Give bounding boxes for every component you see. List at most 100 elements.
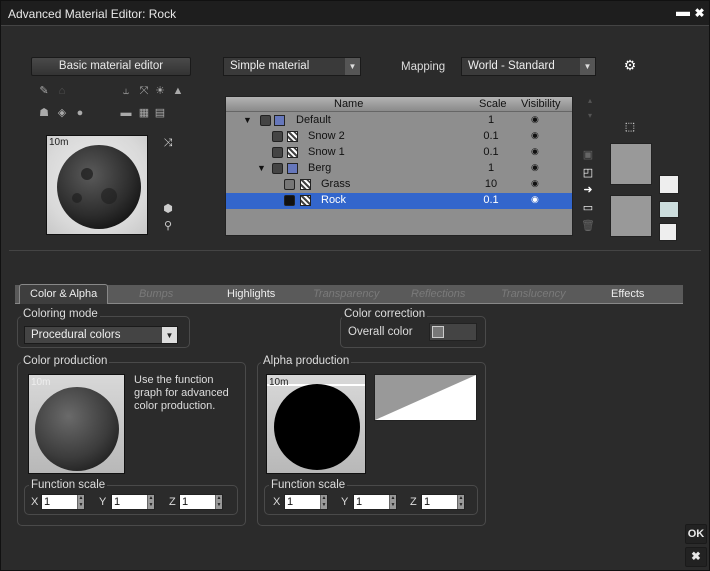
- column-visibility[interactable]: Visibility: [521, 98, 561, 110]
- alpha-scale-y-input[interactable]: 1 ▲ ▼: [353, 494, 397, 510]
- save-icon[interactable]: [659, 223, 677, 241]
- tab-bumps[interactable]: Bumps: [139, 288, 173, 300]
- tree-row-berg[interactable]: ▼ Berg 1 ◉: [226, 161, 572, 177]
- color-production-preview[interactable]: 10m: [28, 374, 125, 474]
- palette-icon[interactable]: ⬚: [623, 121, 637, 134]
- layer-stack-icon[interactable]: ▭: [581, 202, 595, 215]
- tab-reflections[interactable]: Reflections: [411, 288, 465, 300]
- tab-translucency[interactable]: Translucency: [501, 288, 566, 300]
- tree-row-label: Snow 1: [308, 146, 345, 158]
- figure-icon[interactable]: ☗: [37, 107, 51, 120]
- material-editor-window: Advanced Material Editor: Rock ▬ ✖ Basic…: [0, 0, 710, 571]
- zoom-icon[interactable]: ⚲: [161, 220, 175, 233]
- color-swatch[interactable]: [432, 326, 444, 338]
- tree-row-rock[interactable]: Rock 0.1 ◉: [226, 193, 572, 209]
- color-scale-x-input[interactable]: 1 ▲ ▼: [41, 494, 85, 510]
- sun-icon[interactable]: ☀: [153, 85, 167, 98]
- tab-highlights[interactable]: Highlights: [227, 288, 275, 300]
- color-scale-z-input[interactable]: 1 ▲ ▼: [179, 494, 223, 510]
- layer-edit-icon[interactable]: ▤: [153, 107, 167, 120]
- alpha-curve-graph[interactable]: [374, 374, 477, 421]
- open-folder-icon[interactable]: [659, 201, 679, 218]
- color-production-description: Use the function graph for advanced colo…: [134, 374, 229, 412]
- x-value: 1: [287, 496, 294, 508]
- x-value: 1: [44, 496, 51, 508]
- material-type-dropdown[interactable]: Simple material ▼: [223, 57, 361, 76]
- expand-icon[interactable]: ▼: [243, 115, 252, 125]
- close-icon[interactable]: ✖: [693, 7, 706, 20]
- tree-row-scale: 1: [487, 114, 495, 126]
- alpha-preview-size[interactable]: 10m: [269, 377, 288, 388]
- eye-icon[interactable]: ◉: [531, 194, 539, 205]
- cube-view-icon[interactable]: ⬢: [161, 203, 175, 216]
- tree-row-label: Berg: [308, 162, 332, 174]
- terrain-icon[interactable]: ▲: [171, 85, 185, 98]
- eye-icon[interactable]: ◉: [531, 178, 539, 189]
- tree-row-scale: 1: [487, 162, 495, 174]
- tab-transparency[interactable]: Transparency: [313, 288, 379, 300]
- add-layer-icon[interactable]: ◰: [581, 167, 595, 180]
- basic-material-editor-button[interactable]: Basic material editor: [31, 57, 191, 76]
- ok-button[interactable]: OK: [685, 524, 707, 544]
- gear-icon[interactable]: ⚙: [623, 58, 637, 72]
- eye-icon[interactable]: ◉: [531, 114, 539, 125]
- material-layer-tree[interactable]: Name Scale Visibility ▼ Default 1 ◉ Snow…: [225, 96, 573, 236]
- tab-effects[interactable]: Effects: [611, 288, 644, 300]
- move-up-icon[interactable]: ▴: [583, 94, 597, 107]
- pen-icon[interactable]: ✎: [37, 85, 51, 98]
- column-name[interactable]: Name: [334, 98, 363, 110]
- cancel-button[interactable]: ✖: [685, 547, 707, 567]
- window-title: Advanced Material Editor: Rock: [8, 7, 177, 21]
- title-bar[interactable]: Advanced Material Editor: Rock ▬ ✖: [1, 1, 709, 26]
- arrow-right-icon[interactable]: ➜: [581, 184, 595, 197]
- mapping-dropdown[interactable]: World - Standard ▼: [461, 57, 596, 76]
- shuffle-icon[interactable]: ⤨: [161, 137, 175, 150]
- column-scale[interactable]: Scale: [479, 98, 507, 110]
- mapping-value: World - Standard: [468, 60, 555, 72]
- material-slot-1[interactable]: [610, 143, 652, 185]
- spinner-arrows-icon[interactable]: ▲ ▼: [147, 495, 154, 509]
- layer-remove-icon[interactable]: ▦: [137, 107, 151, 120]
- eye-icon[interactable]: ◉: [531, 130, 539, 141]
- spinner-arrows-icon[interactable]: ▲ ▼: [389, 495, 396, 509]
- minimize-icon[interactable]: ▬: [676, 4, 690, 20]
- overall-color-field[interactable]: [429, 323, 477, 341]
- spinner-arrows-icon[interactable]: ▲ ▼: [77, 495, 84, 509]
- tree-row-snow-2[interactable]: Snow 2 0.1 ◉: [226, 129, 572, 145]
- preview-size-label[interactable]: 10m: [49, 137, 68, 148]
- material-slot-2[interactable]: [610, 195, 652, 237]
- arrows-icon[interactable]: ⤧: [137, 85, 151, 98]
- alpha-scale-x-input[interactable]: 1 ▲ ▼: [284, 494, 328, 510]
- material-preview[interactable]: 10m: [46, 135, 148, 235]
- tree-row-grass[interactable]: Grass 10 ◉: [226, 177, 572, 193]
- eye-icon[interactable]: ◉: [531, 146, 539, 157]
- function-scale-title: Function scale: [29, 479, 108, 491]
- layer-icon[interactable]: ▬: [119, 107, 133, 120]
- copy-layer-icon[interactable]: ▣: [581, 149, 595, 162]
- alpha-production-preview[interactable]: 10m: [266, 374, 366, 474]
- new-file-icon[interactable]: [659, 175, 679, 194]
- color-scale-y-input[interactable]: 1 ▲ ▼: [111, 494, 155, 510]
- spinner-arrows-icon[interactable]: ▲ ▼: [320, 495, 327, 509]
- eyedropper-icon[interactable]: ⌂: [55, 85, 69, 98]
- tree-row-snow-1[interactable]: Snow 1 0.1 ◉: [226, 145, 572, 161]
- cube-icon[interactable]: ◈: [55, 107, 69, 120]
- material-type-value: Simple material: [230, 60, 310, 72]
- move-down-icon[interactable]: ▾: [583, 109, 597, 122]
- alpha-scale-z-input[interactable]: 1 ▲ ▼: [421, 494, 465, 510]
- trash-icon[interactable]: 🗑: [581, 220, 595, 233]
- sphere-icon[interactable]: ●: [73, 107, 87, 120]
- color-preview-size[interactable]: 10m: [31, 377, 50, 388]
- coloring-mode-title: Coloring mode: [21, 308, 100, 320]
- fold-icon[interactable]: ⥿: [119, 85, 133, 98]
- spinner-arrows-icon[interactable]: ▲ ▼: [457, 495, 464, 509]
- eye-icon[interactable]: ◉: [531, 162, 539, 173]
- y-label: Y: [99, 496, 107, 508]
- layer-type-icon: [287, 163, 298, 174]
- tree-row-default[interactable]: ▼ Default 1 ◉: [226, 113, 572, 129]
- expand-icon[interactable]: ▼: [257, 163, 266, 173]
- spinner-arrows-icon[interactable]: ▲ ▼: [215, 495, 222, 509]
- tab-color-alpha[interactable]: Color & Alpha: [19, 284, 109, 304]
- coloring-mode-dropdown[interactable]: Procedural colors ▼: [24, 326, 178, 344]
- material-swatch-icon: [284, 195, 295, 206]
